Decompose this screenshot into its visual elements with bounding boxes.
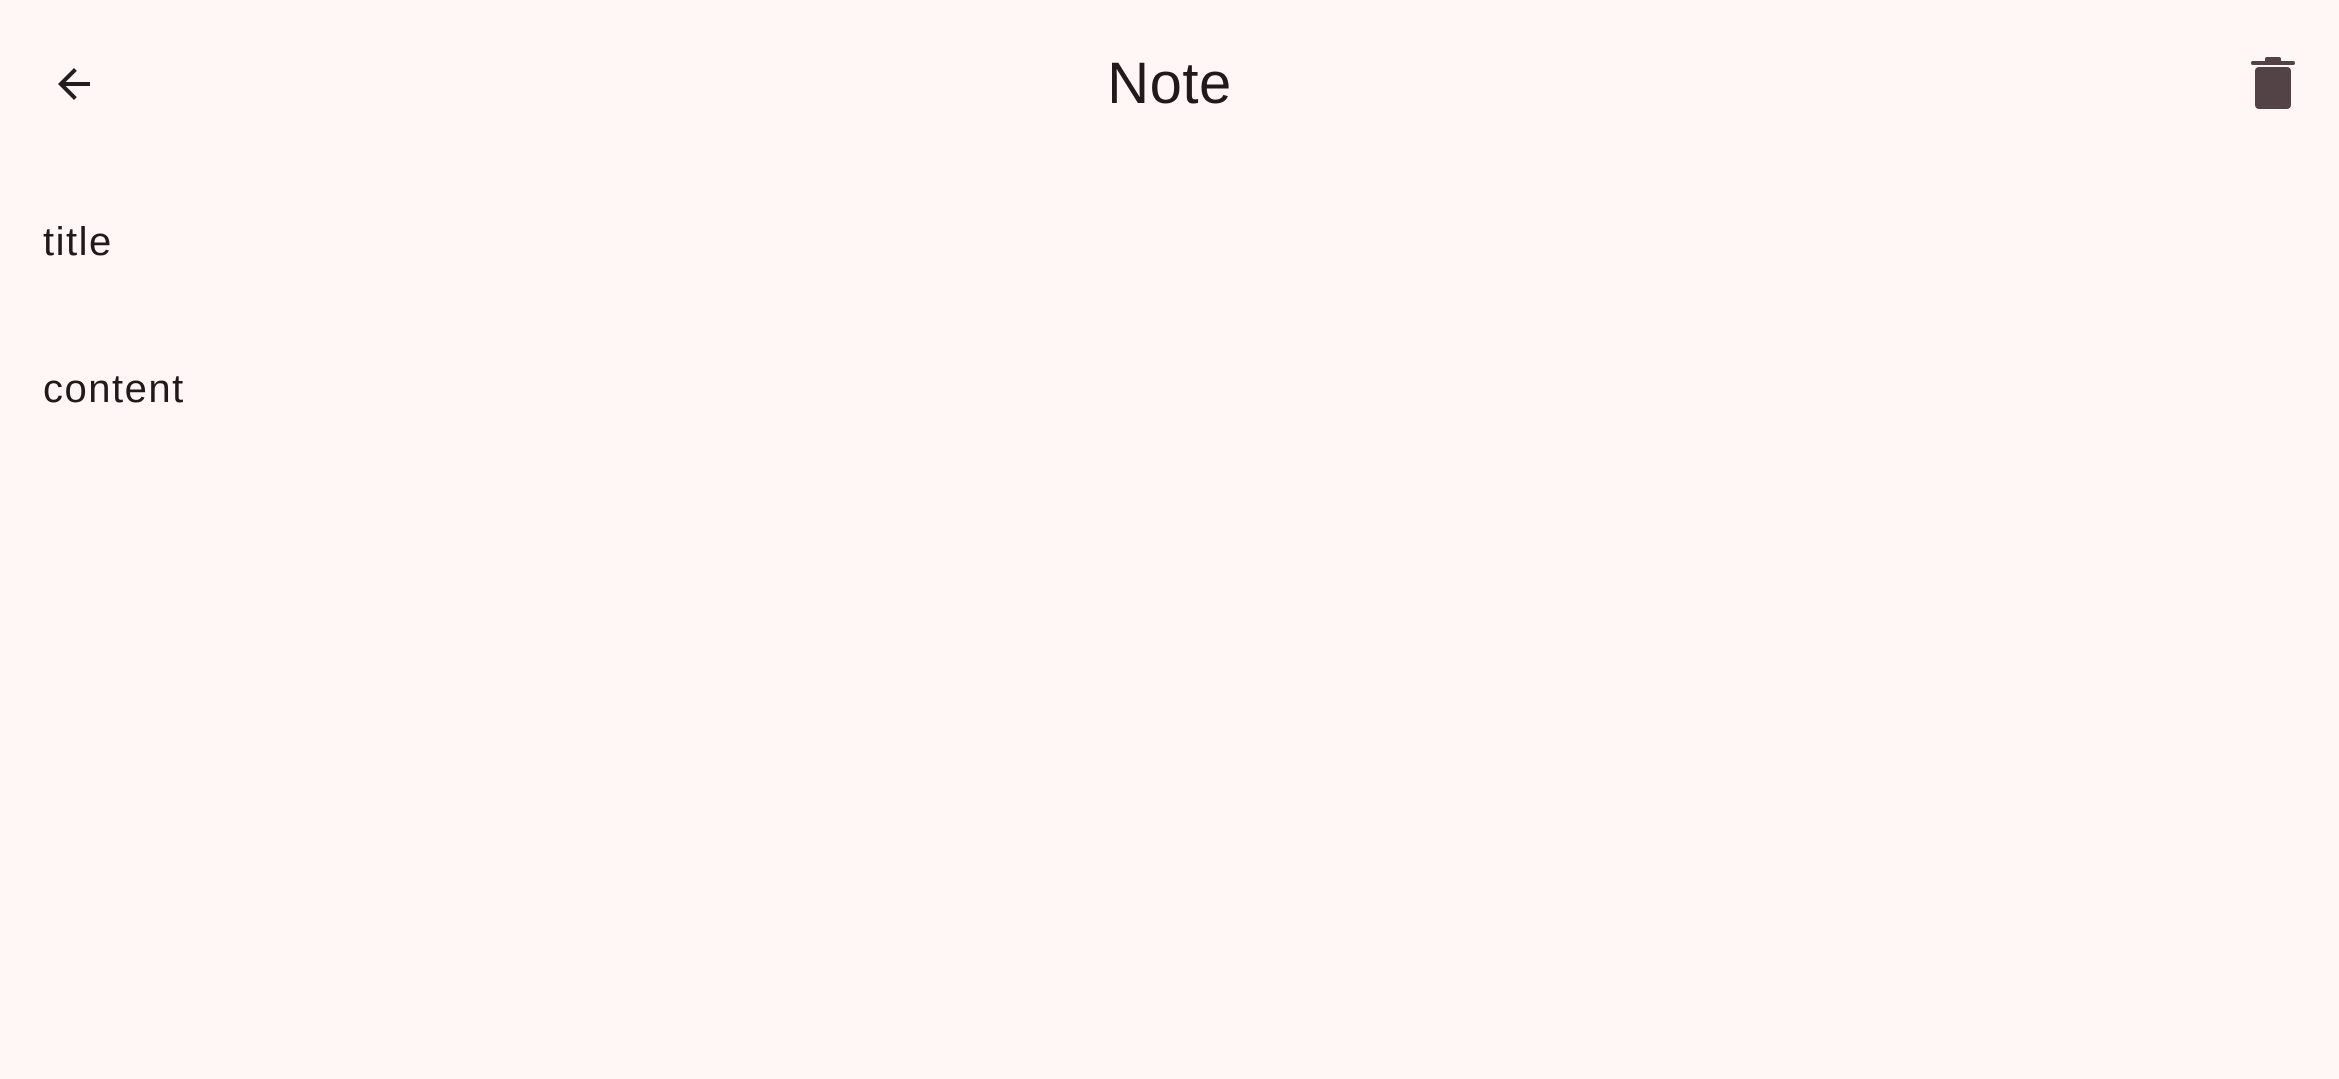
delete-button[interactable] [2225, 36, 2321, 132]
top-app-bar: Note [0, 0, 2339, 168]
trash-icon [2251, 57, 2295, 109]
note-screen: Note title content [0, 0, 2339, 1079]
page-title: Note [1107, 51, 1232, 116]
note-content-field[interactable]: content [43, 361, 2296, 417]
note-title-field[interactable]: title [43, 214, 2296, 270]
